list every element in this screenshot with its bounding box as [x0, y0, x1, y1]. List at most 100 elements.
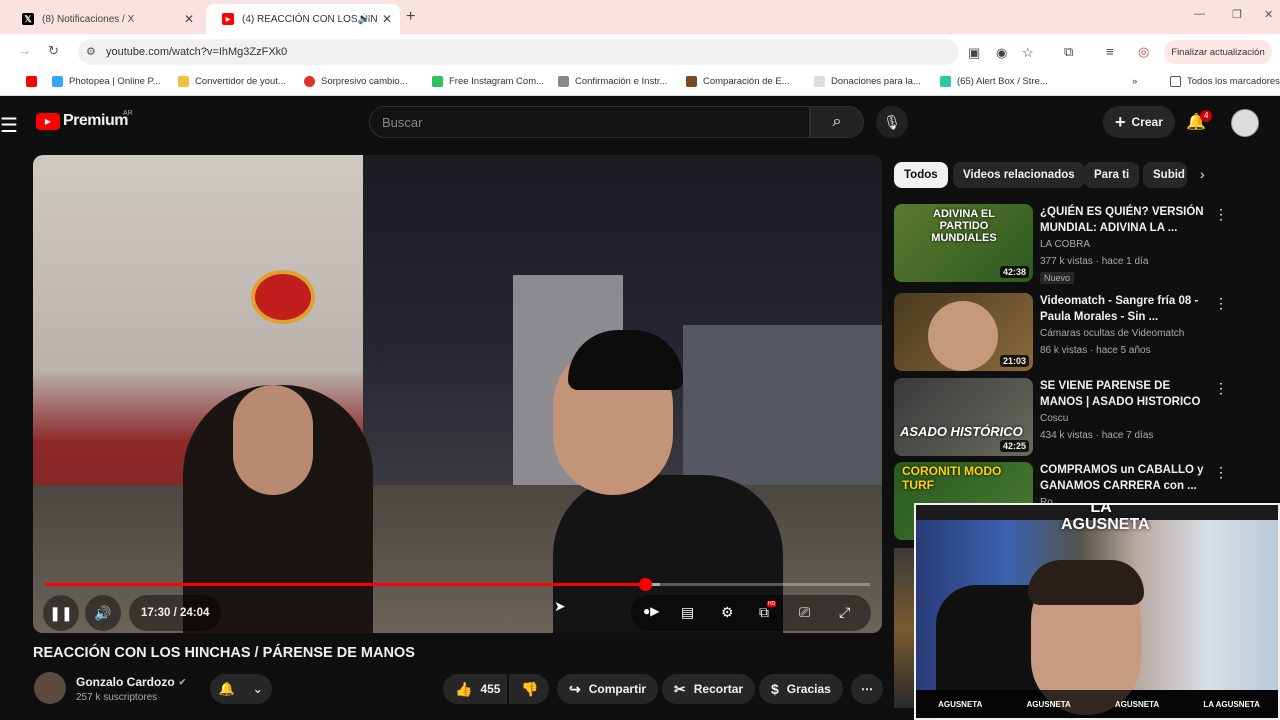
chip-uploaded[interactable]: Subid — [1143, 162, 1187, 188]
thanks-button[interactable]: $ Gracias — [759, 674, 843, 704]
tab-notifications[interactable]: 𝕏 (8) Notificaciones / X ✕ — [6, 4, 202, 34]
cast-icon[interactable]: ⎚ — [799, 604, 810, 621]
recommended-meta: 86 k vistas · hace 5 años — [1040, 345, 1151, 356]
recommended-title[interactable]: COMPRAMOS un CABALLO y GANAMOS CARRERA c… — [1040, 462, 1210, 494]
youtube-header: ☰ ▶ Premium AR Buscar ⌕ 🎙 + Crear 🔔 — [0, 100, 1280, 146]
bookmark-item[interactable]: Free Instagram Com... — [432, 76, 544, 87]
close-tab-icon[interactable]: ✕ — [382, 12, 392, 26]
bookmark-item[interactable]: Confirmación e Instr... — [558, 76, 667, 87]
webcam-hair — [1028, 560, 1144, 605]
close-tab-icon[interactable]: ✕ — [184, 12, 194, 26]
like-button[interactable]: 👍 455 — [443, 674, 507, 704]
profile-icon[interactable]: ◎ — [1138, 44, 1149, 60]
create-label: Crear — [1131, 115, 1163, 129]
speaker-icon[interactable]: 🔊 — [358, 14, 370, 25]
volume-icon[interactable]: 🔊 — [85, 595, 121, 631]
webcam-social-bar: AGUSNETA AGUSNETA AGUSNETA LA AGUSNETA — [916, 690, 1278, 718]
recommended-video[interactable]: 21:03 Videomatch - Sangre fría 08 - Paul… — [894, 293, 1274, 373]
recommended-video[interactable]: ASADO HISTÓRICO 42:25 SE VIENE PARENSE D… — [894, 378, 1274, 458]
more-options-icon[interactable]: ⋮ — [1214, 295, 1228, 312]
progress-bar[interactable] — [45, 578, 870, 591]
recommended-meta: 434 k vistas · hace 7 días — [1040, 430, 1154, 441]
tab-youtube[interactable]: ▶ (4) REACCIÓN CON LOS HIN 🔊 ✕ — [206, 4, 400, 34]
hamburger-menu-icon[interactable]: ☰ — [0, 113, 18, 138]
logo-text: Premium — [63, 112, 128, 129]
microphone-icon[interactable]: 🎙 — [876, 106, 908, 138]
new-tab-icon[interactable]: + — [406, 8, 415, 26]
streamer-webcam-overlay: LA AGUSNETA AGUSNETA AGUSNETA AGUSNETA L… — [914, 503, 1280, 720]
hd-badge-icon: HD — [767, 601, 777, 607]
chip-all[interactable]: Todos — [894, 162, 948, 188]
close-window-icon[interactable]: ✕ — [1264, 8, 1273, 21]
reload-icon[interactable]: ↻ — [48, 43, 59, 59]
more-actions-icon[interactable]: ⋯ — [851, 674, 883, 704]
more-options-icon[interactable]: ⋮ — [1214, 206, 1228, 223]
region-code: AR — [123, 110, 133, 117]
channel-name[interactable]: Gonzalo Cardozo ✔ — [76, 675, 186, 689]
channel-avatar[interactable] — [34, 672, 66, 704]
chip-for-you[interactable]: Para ti — [1084, 162, 1140, 188]
search-input[interactable]: Buscar — [369, 106, 810, 138]
all-bookmarks[interactable]: Todos los marcadores — [1170, 76, 1280, 87]
video-frame-sign — [251, 270, 315, 324]
account-avatar[interactable] — [1231, 109, 1259, 137]
site-info-icon[interactable]: ⚙ — [86, 45, 96, 58]
video-thumbnail[interactable]: ADIVINA EL PARTIDO MUNDIALES 42:38 — [894, 204, 1033, 282]
subscription-bell-button[interactable]: 🔔 ⌄ — [210, 674, 272, 704]
autoplay-toggle-icon[interactable]: ●▶ — [643, 604, 659, 618]
chip-related[interactable]: Videos relacionados — [953, 162, 1085, 188]
youtube-logo[interactable]: ▶ Premium AR — [36, 110, 133, 130]
bookmark-item[interactable]: Comparación de E... — [686, 76, 790, 87]
bookmark-item[interactable]: Photopea | Online P... — [52, 76, 161, 87]
recommended-channel: LA COBRA — [1040, 239, 1091, 250]
video-title: REACCIÓN CON LOS HINCHAS / PÁRENSE DE MA… — [33, 645, 415, 661]
media-icon[interactable]: ≡ — [1106, 44, 1114, 59]
create-button[interactable]: + Crear — [1103, 106, 1175, 138]
youtube-bookmark-icon[interactable] — [26, 76, 43, 87]
install-icon[interactable]: ▣ — [968, 45, 980, 61]
subtitles-icon[interactable]: ▤ — [681, 604, 694, 621]
update-button[interactable]: Finalizar actualización — [1164, 40, 1272, 64]
address-bar-row: → ↻ ⚙ youtube.com/watch?v=IhMg3ZzFXk0 ▣ … — [0, 34, 1280, 70]
bookmark-item[interactable]: Convertidor de yout... — [178, 76, 286, 87]
duration-badge: 21:03 — [999, 355, 1029, 367]
clip-button[interactable]: ✂ Recortar — [662, 674, 756, 704]
more-bookmarks-icon[interactable]: » — [1132, 76, 1137, 87]
fullscreen-icon[interactable]: ⤢ — [839, 604, 850, 621]
recommended-title[interactable]: SE VIENE PARENSE DE MANOS | ASADO HISTOR… — [1040, 378, 1210, 410]
thumbnail-text: CORONITI MODO TURF — [902, 464, 1002, 492]
recommended-video[interactable]: ADIVINA EL PARTIDO MUNDIALES 42:38 ¿QUIÉ… — [894, 204, 1274, 284]
eye-off-icon[interactable]: ◉ — [996, 45, 1007, 61]
video-frame-head-left — [233, 385, 313, 495]
recommended-title[interactable]: Videomatch - Sangre fría 08 - Paula Mora… — [1040, 293, 1210, 325]
chevron-right-icon[interactable]: › — [1200, 166, 1205, 182]
pause-button[interactable]: ❚❚ — [43, 595, 79, 631]
duration-badge: 42:25 — [999, 440, 1029, 452]
share-button[interactable]: ↪ Compartir — [557, 674, 659, 704]
more-options-icon[interactable]: ⋮ — [1214, 464, 1228, 481]
minimize-icon[interactable]: — — [1194, 8, 1205, 20]
scrubber-handle[interactable] — [638, 578, 652, 591]
search-icon[interactable]: ⌕ — [810, 106, 864, 138]
recommended-title[interactable]: ¿QUIÉN ES QUIÉN? VERSIÓN MUNDIAL: ADIVIN… — [1040, 204, 1210, 236]
thumbnail-text: ADIVINA EL PARTIDO MUNDIALES — [931, 208, 997, 244]
video-thumbnail[interactable]: ASADO HISTÓRICO 42:25 — [894, 378, 1033, 456]
settings-gear-icon[interactable]: ⚙ — [721, 604, 734, 621]
video-thumbnail[interactable]: 21:03 — [894, 293, 1033, 371]
thumbnail-text: ASADO HISTÓRICO — [900, 424, 1023, 439]
forward-icon[interactable]: → — [18, 43, 31, 58]
tab-title: (8) Notificaciones / X — [42, 13, 135, 25]
dislike-button[interactable]: 👎 — [509, 674, 549, 704]
star-icon[interactable]: ☆ — [1022, 45, 1034, 61]
bookmark-label: Confirmación e Instr... — [575, 76, 668, 87]
maximize-icon[interactable]: ❐ — [1232, 8, 1242, 21]
bookmark-item[interactable]: (65) Alert Box / Stre... — [940, 76, 1048, 87]
video-player[interactable]: ❚❚ 🔊 17:30 / 24:04 ●▶ ▤ ⚙ ⧉ ⎚ ⤢ HD — [33, 155, 882, 633]
extensions-icon[interactable]: ⧉ — [1064, 44, 1073, 60]
more-options-icon[interactable]: ⋮ — [1214, 380, 1228, 397]
bookmark-item[interactable]: Sorpresivo cambio... — [304, 76, 408, 87]
bookmark-item[interactable]: Donaciones para la... — [814, 76, 921, 87]
share-label: Compartir — [588, 682, 647, 696]
thumbs-up-icon: 👍 — [455, 680, 473, 697]
url-field[interactable]: ⚙ youtube.com/watch?v=IhMg3ZzFXk0 ▣ ◉ ☆ — [78, 39, 1034, 65]
